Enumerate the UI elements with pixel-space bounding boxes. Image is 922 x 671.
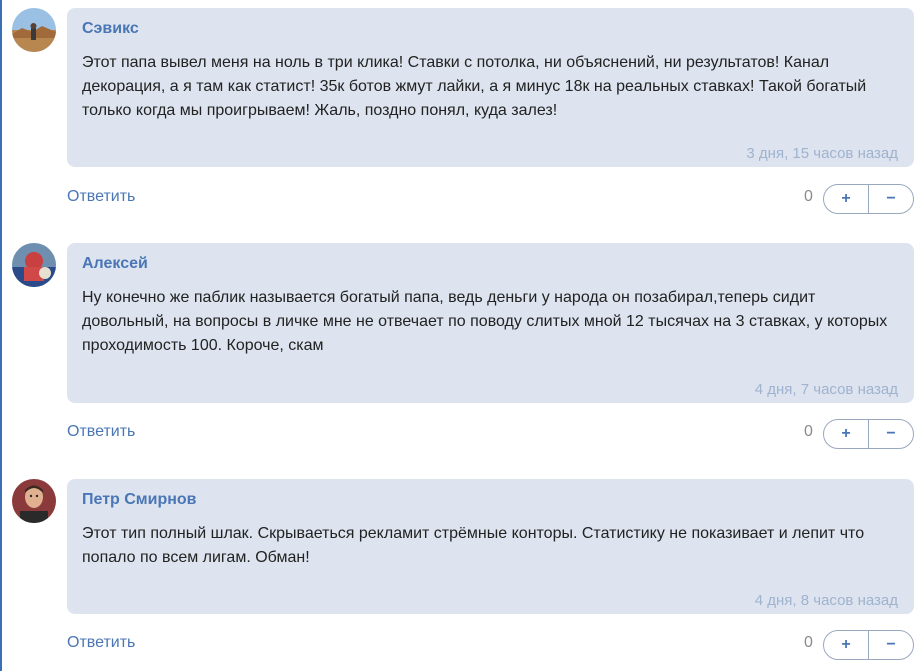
upvote-button[interactable]: + xyxy=(824,420,868,448)
comment-text: Ну конечно же паблик называется богатый … xyxy=(82,289,888,354)
vote-score: 0 xyxy=(804,423,813,440)
comment-time: 4 дня, 8 часов назад xyxy=(754,592,898,609)
upvote-button[interactable]: + xyxy=(824,185,868,213)
vote-buttons: + − xyxy=(823,630,914,660)
reply-link[interactable]: Ответить xyxy=(67,634,135,652)
downvote-button[interactable]: − xyxy=(868,185,913,213)
vote-buttons: + − xyxy=(823,419,914,449)
avatar[interactable] xyxy=(12,8,56,52)
comment-text: Этот тип полный шлак. Скрываеться реклам… xyxy=(82,525,865,566)
comment-author[interactable]: Сэвикс xyxy=(82,20,139,38)
comment-text: Этот папа вывел меня на ноль в три клика… xyxy=(82,54,867,119)
comment-author[interactable]: Алексей xyxy=(82,255,148,273)
comment-bubble: Алексей Ну конечно же паблик называется … xyxy=(67,243,914,403)
downvote-button[interactable]: − xyxy=(868,631,913,659)
reply-link[interactable]: Ответить xyxy=(67,423,135,441)
vote-score: 0 xyxy=(804,634,813,651)
vote-score: 0 xyxy=(804,188,813,205)
reply-link[interactable]: Ответить xyxy=(67,188,135,206)
vote-buttons: + − xyxy=(823,184,914,214)
upvote-button[interactable]: + xyxy=(824,631,868,659)
comment-bubble: Сэвикс Этот папа вывел меня на ноль в тр… xyxy=(67,8,914,167)
avatar[interactable] xyxy=(12,479,56,523)
avatar[interactable] xyxy=(12,243,56,287)
comment-bubble: Петр Смирнов Этот тип полный шлак. Скрыв… xyxy=(67,479,914,614)
comment-time: 4 дня, 7 часов назад xyxy=(754,381,898,398)
comment-author[interactable]: Петр Смирнов xyxy=(82,491,197,509)
left-border xyxy=(0,0,2,671)
comment-time: 3 дня, 15 часов назад xyxy=(746,145,898,162)
downvote-button[interactable]: − xyxy=(868,420,913,448)
